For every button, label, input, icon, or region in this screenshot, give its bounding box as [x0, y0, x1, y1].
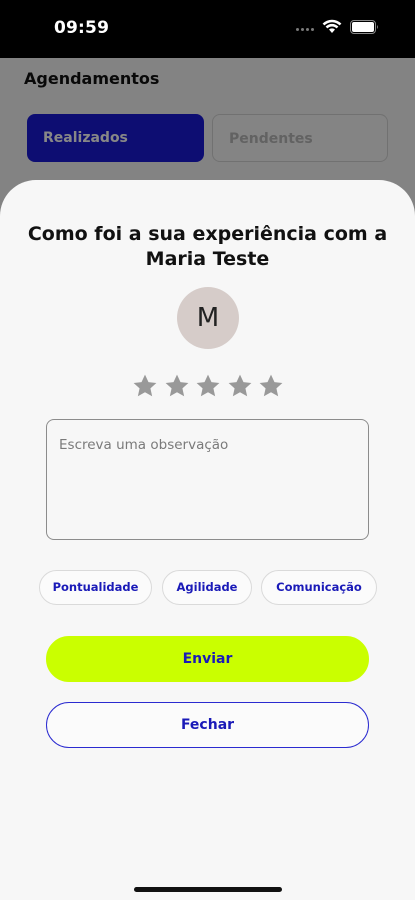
wifi-icon	[322, 19, 342, 33]
avatar: M	[177, 287, 239, 349]
star-icon[interactable]	[258, 373, 284, 399]
close-button[interactable]: Fechar	[46, 702, 369, 748]
star-icon[interactable]	[227, 373, 253, 399]
tag-pontualidade[interactable]: Pontualidade	[39, 570, 152, 605]
status-time: 09:59	[54, 18, 110, 38]
tag-agilidade[interactable]: Agilidade	[162, 570, 252, 605]
status-bar: 09:59	[0, 0, 415, 58]
battery-icon	[350, 20, 378, 34]
rating-modal: Como foi a sua experiência com a Maria T…	[0, 180, 415, 900]
observation-input[interactable]	[46, 419, 369, 540]
star-icon[interactable]	[164, 373, 190, 399]
cellular-signal-icon	[296, 28, 314, 31]
home-indicator[interactable]	[134, 887, 282, 892]
star-icon[interactable]	[195, 373, 221, 399]
star-icon[interactable]	[132, 373, 158, 399]
submit-button[interactable]: Enviar	[46, 636, 369, 682]
modal-title: Como foi a sua experiência com a Maria T…	[27, 223, 388, 270]
tag-comunicacao[interactable]: Comunicação	[261, 570, 377, 605]
star-rating	[132, 373, 284, 399]
